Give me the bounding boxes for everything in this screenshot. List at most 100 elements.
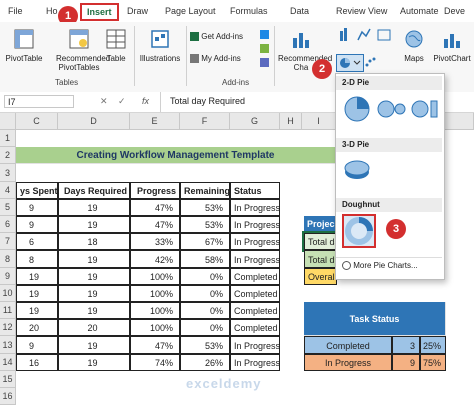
scatter-chart-icon[interactable]	[364, 56, 376, 68]
row-header[interactable]: 5	[0, 199, 16, 216]
table-button[interactable]: Table	[104, 28, 128, 63]
table-cell[interactable]: 19	[16, 302, 58, 319]
tab-file[interactable]: File	[8, 6, 23, 16]
tab-automate[interactable]: Automate	[400, 6, 439, 16]
tab-developer[interactable]: Deve	[444, 6, 465, 16]
table-header-cell[interactable]: Days Required	[58, 182, 130, 199]
table-header-cell[interactable]: Progress	[130, 182, 180, 199]
fx-icon[interactable]: fx	[142, 96, 149, 106]
row-header[interactable]: 2	[0, 147, 16, 164]
3d-pie-option[interactable]	[342, 156, 372, 184]
pivotchart-button[interactable]: PivotChart	[430, 28, 474, 63]
pie-option[interactable]	[342, 94, 372, 124]
table-cell[interactable]: 67%	[180, 233, 230, 250]
table-cell[interactable]: 19	[16, 285, 58, 302]
tab-view[interactable]: View	[368, 6, 387, 16]
table-cell[interactable]: 42%	[130, 250, 180, 268]
column-header[interactable]: H	[280, 113, 302, 130]
table-cell[interactable]: 0%	[180, 319, 230, 336]
table-header-cell[interactable]: Status	[230, 182, 280, 199]
table-cell[interactable]: Completed	[230, 302, 280, 319]
visio-icon[interactable]	[260, 30, 269, 39]
table-cell[interactable]: 20	[16, 319, 58, 336]
table-cell[interactable]: 100%	[130, 285, 180, 302]
name-box[interactable]: I7	[4, 95, 74, 108]
table-cell[interactable]: 19	[58, 268, 130, 285]
table-cell[interactable]: 9	[16, 216, 58, 233]
row-header[interactable]: 10	[0, 285, 16, 302]
table-cell[interactable]: 47%	[130, 336, 180, 354]
recommended-pivottables-button[interactable]: Recommended PivotTables	[56, 28, 110, 72]
row-header[interactable]: 8	[0, 250, 16, 268]
bing-maps-icon[interactable]	[260, 44, 269, 53]
table-cell[interactable]: 9	[16, 336, 58, 354]
table-cell[interactable]: 19	[16, 268, 58, 285]
cancel-icon[interactable]: ✕	[100, 96, 108, 107]
table-cell[interactable]: Completed	[230, 285, 280, 302]
project-total-days[interactable]: Total da	[302, 231, 339, 252]
bar-of-pie-option[interactable]	[410, 94, 440, 124]
table-header-cell[interactable]: Remaining	[180, 182, 230, 199]
table-cell[interactable]: In Progress	[230, 199, 280, 216]
table-cell[interactable]: 16	[16, 354, 58, 371]
table-cell[interactable]: In Progress	[230, 354, 280, 371]
table-cell[interactable]: 0%	[180, 268, 230, 285]
table-cell[interactable]: 47%	[130, 199, 180, 216]
table-cell[interactable]: 53%	[180, 336, 230, 354]
maps-button[interactable]: Maps	[400, 28, 428, 63]
row-header[interactable]: 14	[0, 354, 16, 371]
row-header[interactable]: 12	[0, 319, 16, 336]
column-header[interactable]: I	[302, 113, 336, 130]
task-status-count[interactable]: 9	[392, 354, 420, 371]
table-cell[interactable]: 0%	[180, 302, 230, 319]
table-cell[interactable]: 26%	[180, 354, 230, 371]
column-header[interactable]: G	[230, 113, 280, 130]
chart-icons-row-1[interactable]	[338, 26, 394, 42]
table-cell[interactable]: 53%	[180, 216, 230, 233]
pie-of-pie-option[interactable]	[376, 94, 406, 124]
task-status-label[interactable]: Completed	[304, 336, 392, 354]
table-cell[interactable]: 33%	[130, 233, 180, 250]
people-graph-icon[interactable]	[260, 58, 269, 67]
project-total-d[interactable]: Total d	[304, 250, 337, 268]
row-header[interactable]: 1	[0, 130, 16, 147]
table-cell[interactable]: 74%	[130, 354, 180, 371]
table-cell[interactable]: 100%	[130, 268, 180, 285]
get-addins-button[interactable]: Get Add-ins	[190, 32, 254, 42]
task-status-label[interactable]: In Progress	[304, 354, 392, 371]
table-cell[interactable]: In Progress	[230, 250, 280, 268]
row-header[interactable]: 16	[0, 388, 16, 405]
row-header[interactable]: 9	[0, 268, 16, 285]
column-header[interactable]: E	[130, 113, 180, 130]
tab-home[interactable]: Ho	[46, 6, 58, 16]
table-cell[interactable]: 0%	[180, 285, 230, 302]
tab-draw[interactable]: Draw	[127, 6, 148, 16]
sheet-title[interactable]: Creating Workflow Management Template	[16, 147, 336, 164]
tab-formulas[interactable]: Formulas	[230, 6, 268, 16]
select-all-corner[interactable]	[0, 113, 16, 130]
table-cell[interactable]: 100%	[130, 302, 180, 319]
table-cell[interactable]: 9	[16, 199, 58, 216]
task-status-pct[interactable]: 75%	[420, 354, 446, 371]
table-cell[interactable]: Completed	[230, 268, 280, 285]
row-header[interactable]: 7	[0, 233, 16, 250]
table-cell[interactable]: 6	[16, 233, 58, 250]
more-pie-charts-link[interactable]: More Pie Charts...	[342, 261, 442, 271]
formula-input[interactable]: Total day Required	[170, 96, 245, 106]
table-cell[interactable]: 18	[58, 233, 130, 250]
row-header[interactable]: 11	[0, 302, 16, 319]
my-addins-button[interactable]: My Add-ins	[190, 54, 254, 64]
tab-review[interactable]: Review	[336, 6, 366, 16]
tab-data[interactable]: Data	[290, 6, 309, 16]
table-cell[interactable]: 58%	[180, 250, 230, 268]
enter-icon[interactable]: ✓	[118, 96, 126, 107]
tab-insert[interactable]: Insert	[80, 3, 119, 21]
table-cell[interactable]: 19	[58, 250, 130, 268]
table-header-cell[interactable]: ys Spent	[16, 182, 58, 199]
task-status-count[interactable]: 3	[392, 336, 420, 354]
table-cell[interactable]: 19	[58, 285, 130, 302]
table-cell[interactable]: 100%	[130, 319, 180, 336]
pie-chart-button[interactable]	[336, 54, 364, 72]
table-cell[interactable]: 19	[58, 216, 130, 233]
table-cell[interactable]: 20	[58, 319, 130, 336]
